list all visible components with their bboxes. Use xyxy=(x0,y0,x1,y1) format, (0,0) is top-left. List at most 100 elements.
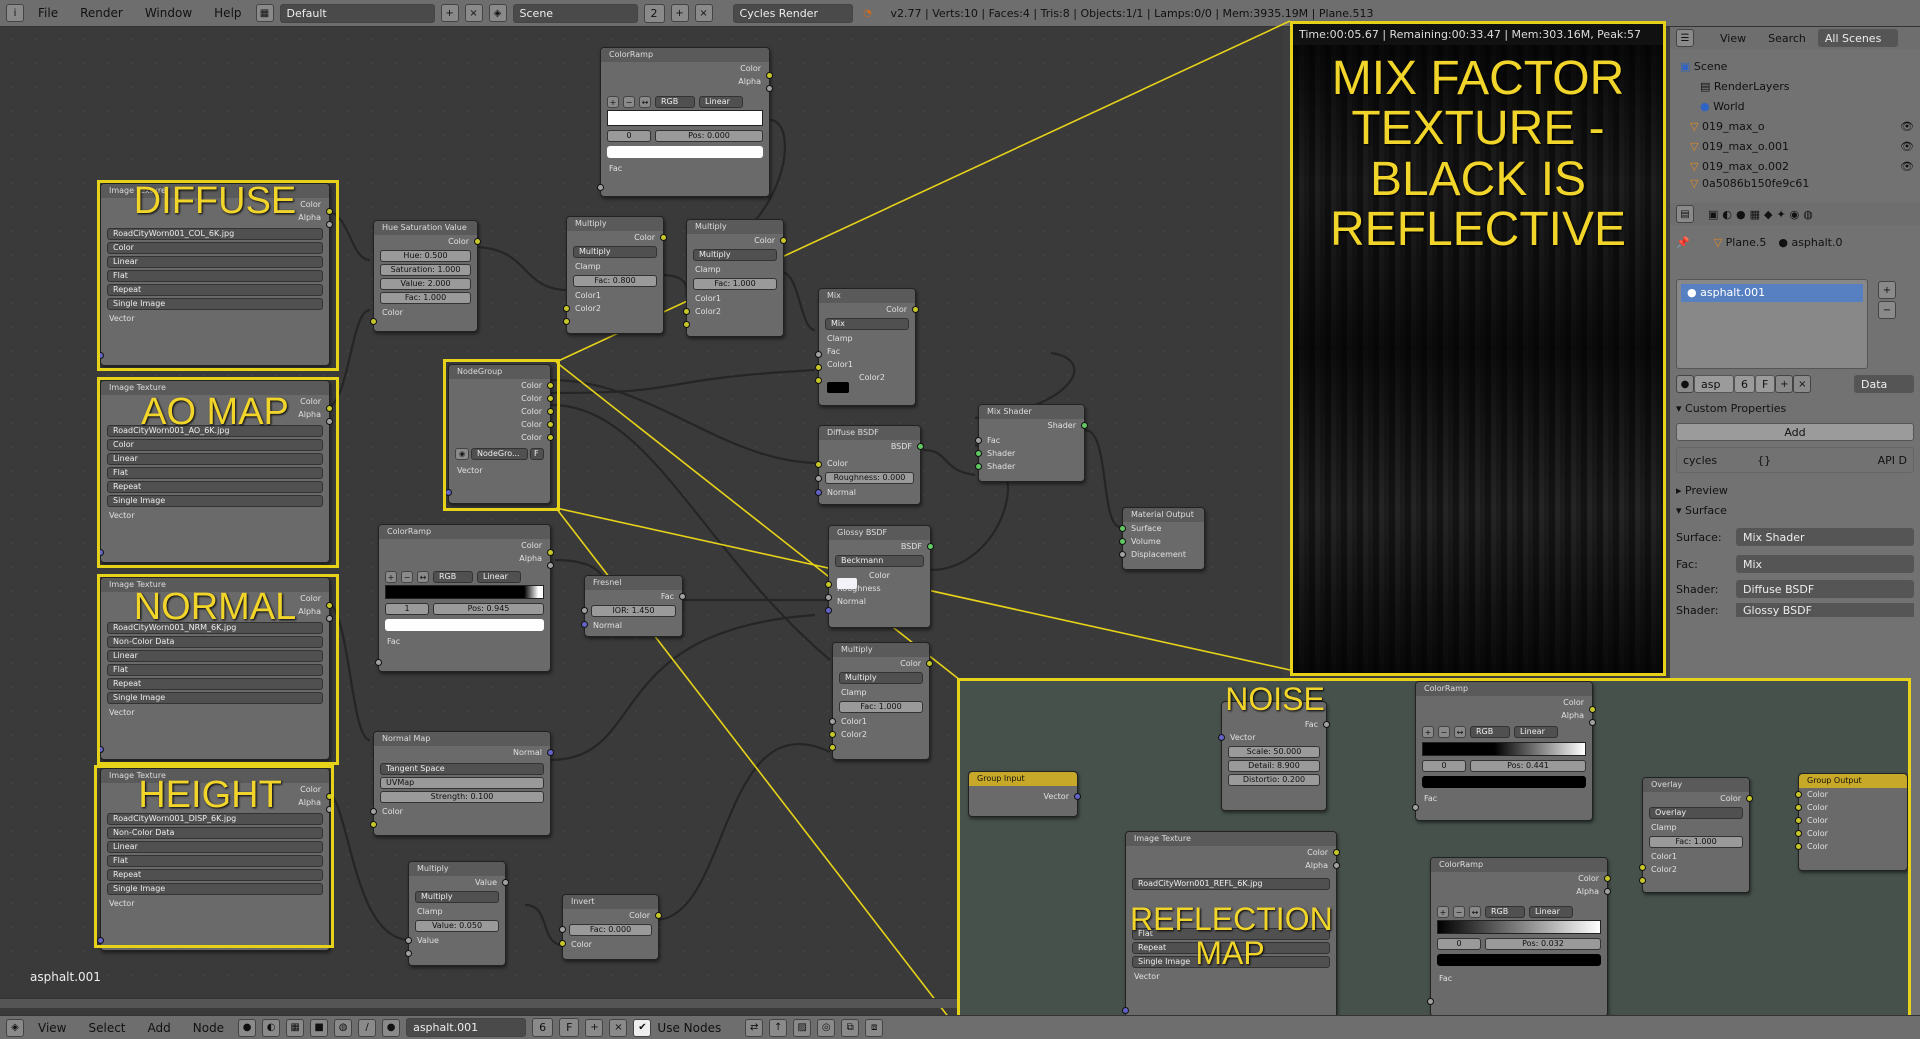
outliner-item-object[interactable]: ▽ 0a5086b150fe9c61 xyxy=(1670,175,1920,191)
color-mode-dropdown[interactable]: RGB xyxy=(655,96,695,108)
group-output-node[interactable]: Group Output Color Color Color Color Col… xyxy=(1798,773,1908,871)
socket-roughness-in[interactable] xyxy=(815,475,822,482)
socket-shader1-in[interactable] xyxy=(975,450,982,457)
surface-shader-dropdown[interactable]: Mix Shader xyxy=(1736,528,1914,546)
glossy-bsdf-node[interactable]: Glossy BSDF BSDF Beckmann Color Roughnes… xyxy=(828,525,931,628)
shader1-dropdown[interactable]: Diffuse BSDF xyxy=(1736,580,1914,598)
color-mode-dropdown[interactable]: RGB xyxy=(433,571,473,583)
socket-alpha-out[interactable] xyxy=(1589,719,1596,726)
clamp-checkbox[interactable]: Clamp xyxy=(687,263,783,276)
fac-slider[interactable]: Fac: 1.000 xyxy=(693,278,777,290)
socket-vector-in[interactable] xyxy=(1122,1007,1129,1014)
socket-color1-in[interactable] xyxy=(815,364,822,371)
socket-color-out[interactable] xyxy=(1589,706,1596,713)
blend-mode-dropdown[interactable]: Multiply xyxy=(839,672,923,684)
blend-mode-dropdown[interactable]: Overlay xyxy=(1649,807,1743,819)
add-stop-icon[interactable]: + xyxy=(607,96,619,108)
normal-map-node[interactable]: Normal Map Normal Tangent Space UVMap St… xyxy=(373,731,551,836)
multiply-node-2[interactable]: Multiply Color Multiply Clamp Fac: 1.000… xyxy=(686,219,784,337)
socket-color-out[interactable] xyxy=(655,912,662,919)
group-input-node[interactable]: Group Input Vector xyxy=(968,771,1078,817)
fac-slider[interactable]: Fac: 1.000 xyxy=(380,292,471,304)
outliner-item-object[interactable]: ▽ 019_max_o.002👁 xyxy=(1670,155,1920,177)
stop-index[interactable]: 0 xyxy=(607,130,651,142)
color-mode-dropdown[interactable]: RGB xyxy=(1485,906,1525,918)
fac-slider[interactable]: Fac: 1.000 xyxy=(839,701,923,713)
socket-value-out[interactable] xyxy=(502,879,509,886)
fake-user-button[interactable]: F xyxy=(1755,375,1775,393)
interp-dropdown[interactable]: Linear xyxy=(1514,726,1558,738)
color-ramp-gradient[interactable] xyxy=(1437,920,1601,934)
mix-shader-node[interactable]: Mix Shader Shader Fac Shader Shader xyxy=(978,404,1085,482)
compositor-icon[interactable]: ◐ xyxy=(262,1019,280,1037)
source-dropdown[interactable]: Single Image xyxy=(1132,956,1330,968)
socket-color1-in[interactable] xyxy=(829,731,836,738)
socket-color-out[interactable] xyxy=(660,234,667,241)
fake-user-button[interactable]: F xyxy=(559,1018,579,1037)
socket-color-out[interactable] xyxy=(926,660,933,667)
blend-mode-dropdown[interactable]: Multiply xyxy=(573,246,657,258)
value-slider[interactable]: Value: 2.000 xyxy=(380,278,471,290)
fac-slider[interactable]: Fac: 0.800 xyxy=(573,275,657,287)
blend-mode-dropdown[interactable]: Mix xyxy=(825,318,909,330)
socket-volume-in[interactable] xyxy=(1119,538,1126,545)
socket-normal-in[interactable] xyxy=(825,607,832,614)
snap-icon[interactable]: ⇄ xyxy=(745,1019,763,1037)
socket-color1-in[interactable] xyxy=(683,308,690,315)
new-material-icon[interactable]: + xyxy=(1775,375,1793,393)
mix-node[interactable]: Mix Color Mix Clamp Fac Color1 Color2 xyxy=(818,288,916,406)
menu-select[interactable]: Select xyxy=(80,1021,133,1035)
socket-color2-in[interactable] xyxy=(815,377,822,384)
copy-icon[interactable]: ⧉ xyxy=(841,1019,859,1037)
outliner-item-scene[interactable]: ▣ Scene xyxy=(1670,55,1920,77)
overlay-node[interactable]: Overlay Color Overlay Clamp Fac: 1.000 C… xyxy=(1642,777,1750,893)
stop-color-swatch[interactable] xyxy=(607,146,763,158)
snap-mode-icon[interactable]: ◎ xyxy=(817,1019,835,1037)
socket-vector-out[interactable] xyxy=(1074,793,1081,800)
scale-slider[interactable]: Scale: 50.000 xyxy=(1228,746,1320,758)
socket-vector-in[interactable] xyxy=(1218,734,1225,741)
menu-view[interactable]: View xyxy=(30,1021,74,1035)
paste-icon[interactable]: ⧈ xyxy=(865,1019,883,1037)
invert-node[interactable]: Invert Color Fac: 0.000 Color xyxy=(562,894,659,960)
color-ramp-gradient[interactable] xyxy=(1422,742,1586,756)
extension-dropdown[interactable]: Repeat xyxy=(1132,942,1330,954)
socket-in-3[interactable] xyxy=(1795,817,1802,824)
color-mode-dropdown[interactable]: RGB xyxy=(1470,726,1510,738)
fresnel-node[interactable]: Fresnel Fac IOR: 1.450 Normal xyxy=(584,575,683,637)
socket-color-out[interactable] xyxy=(547,549,554,556)
new-material-icon[interactable]: + xyxy=(585,1019,603,1037)
backdrop-icon[interactable]: ▨ xyxy=(793,1019,811,1037)
socket-color1-in[interactable] xyxy=(563,305,570,312)
hue-slider[interactable]: Hue: 0.500 xyxy=(380,250,471,262)
socket-color-out[interactable] xyxy=(474,238,481,245)
outliner-menu-view[interactable]: View xyxy=(1720,32,1746,45)
roughness-slider[interactable]: Roughness: 0.000 xyxy=(825,472,914,484)
socket-bsdf-out[interactable] xyxy=(917,443,924,450)
add-stop-icon[interactable]: + xyxy=(1437,906,1449,918)
diffuse-bsdf-node[interactable]: Diffuse BSDF BSDF Color Roughness: 0.000… xyxy=(818,425,921,505)
clamp-checkbox[interactable]: Clamp xyxy=(409,905,505,918)
glossy-color-swatch[interactable] xyxy=(837,578,857,589)
material-icon[interactable]: ● xyxy=(1676,375,1694,393)
clamp-checkbox[interactable]: Clamp xyxy=(567,260,663,273)
socket-alpha-out[interactable] xyxy=(547,562,554,569)
pin-icon[interactable]: 📌 xyxy=(1676,236,1690,249)
socket-normal-out[interactable] xyxy=(547,749,554,756)
custom-properties-panel[interactable]: ▾ Custom Properties xyxy=(1670,397,1920,419)
remove-stop-icon[interactable]: − xyxy=(623,96,635,108)
remove-slot-icon[interactable]: − xyxy=(1878,301,1896,319)
socket-fac-in[interactable] xyxy=(559,926,566,933)
hue-saturation-node[interactable]: Hue Saturation Value Color Hue: 0.500 Sa… xyxy=(373,220,478,332)
surface-panel[interactable]: ▾ Surface xyxy=(1670,499,1920,521)
interp-dropdown[interactable]: Linear xyxy=(699,96,743,108)
socket-color-out[interactable] xyxy=(766,72,773,79)
stop-index[interactable]: 1 xyxy=(385,603,429,615)
socket-strength-in[interactable] xyxy=(370,808,377,815)
operation-dropdown[interactable]: Multiply xyxy=(415,891,499,903)
link-mode-dropdown[interactable]: Data xyxy=(1854,375,1914,393)
material-slot-list[interactable]: ● asphalt.001 xyxy=(1676,279,1868,369)
use-nodes-checkbox[interactable]: ✔ xyxy=(633,1019,651,1037)
add-property-button[interactable]: Add xyxy=(1676,423,1914,441)
clamp-checkbox[interactable]: Clamp xyxy=(1643,821,1749,834)
